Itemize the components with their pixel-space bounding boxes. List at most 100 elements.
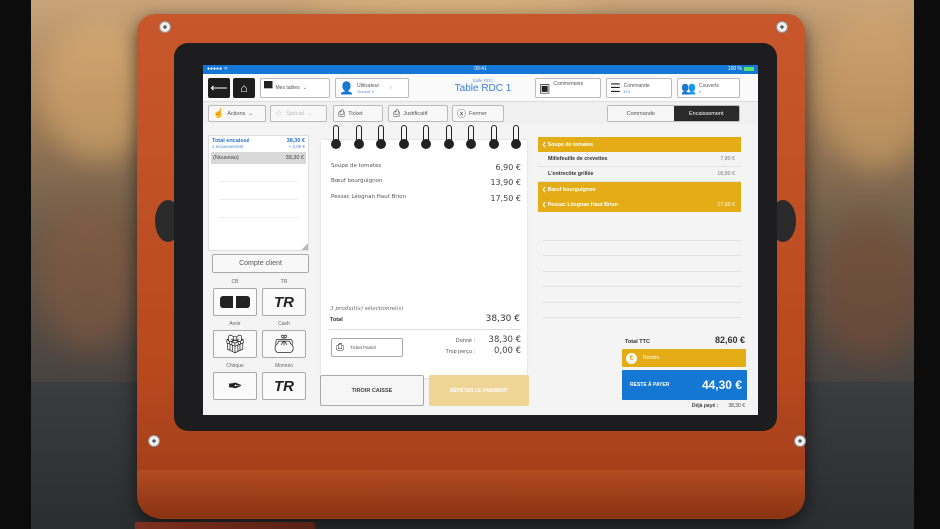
- photo-background: ●●●●● ᯤ 09:41 100 % ⟵ ⌂ ▀ Mes tables ⌄ 👤…: [0, 0, 940, 529]
- order-item-name: Soupe de tomates: [542, 142, 594, 148]
- chair-icon: ▀: [264, 81, 273, 95]
- binding-ring-icon: [331, 125, 341, 153]
- binding-ring-icon: [511, 125, 521, 153]
- document-icon: ☰: [610, 81, 621, 95]
- payment-monneo-button[interactable]: TR: [262, 372, 306, 400]
- order-item-price: 17,50 €: [717, 201, 735, 208]
- ticket-item-name: Soupe de tomates: [331, 163, 382, 169]
- order-item-price: 18,90 €: [717, 171, 735, 177]
- covers-label: Couverts: [698, 82, 719, 89]
- my-tables-dropdown[interactable]: ▀ Mes tables ⌄: [260, 78, 330, 98]
- pos-app-screen: ●●●●● ᯤ 09:41 100 % ⟵ ⌂ ▀ Mes tables ⌄ 👤…: [203, 65, 758, 415]
- divider: [543, 256, 741, 272]
- already-paid-row: Déjà payé : 38,30 €: [633, 403, 745, 409]
- justificatif-button[interactable]: ⎙ Justificatif: [388, 105, 448, 122]
- ticket-total-row: Total 38,30 €: [330, 314, 520, 324]
- binding-ring-icon: [398, 125, 409, 153]
- order-item-selected[interactable]: Pessac Léognan Haut Brion 17,50 €: [538, 197, 741, 212]
- payments-list: Total encaissé 38,30 € 1 encaissement + 0,…: [208, 135, 309, 251]
- tr-icon: TR: [274, 377, 294, 395]
- binding-ring-icon: [443, 125, 454, 153]
- comment-label: Commentaire: [553, 81, 584, 87]
- screw: [794, 435, 806, 447]
- home-button[interactable]: ⌂: [233, 78, 255, 98]
- order-item-name: L'entrecôte grillée: [548, 171, 594, 177]
- remaining-to-pay-button[interactable]: RESTE À PAYER 44,30 €: [622, 370, 747, 400]
- remaining-value: 44,30 €: [701, 378, 742, 392]
- gift-icon: 🎁︎: [223, 333, 247, 354]
- letterbox: [0, 0, 31, 529]
- user-icon: 👤: [339, 81, 354, 95]
- star-icon: ☆: [275, 108, 284, 118]
- tab-commande[interactable]: Commande: [608, 106, 674, 121]
- pen-icon: ✒: [227, 375, 243, 396]
- payment-cash-button[interactable]: 👛︎: [262, 330, 306, 358]
- actions-dropdown[interactable]: ☝ Actions ⌄: [208, 105, 266, 122]
- ticket-item-price: 6,90 €: [495, 163, 521, 172]
- chevron-down-icon: ⌄: [302, 85, 307, 91]
- divider: [329, 329, 521, 330]
- partial-ticket-button[interactable]: ⎙ Ticket Partiel: [331, 338, 403, 357]
- given-value: 38,30 €: [488, 335, 521, 345]
- divider: [543, 272, 741, 287]
- hand-pointer-icon: ☝: [213, 108, 225, 118]
- divider: [543, 287, 741, 303]
- order-button[interactable]: ☰ Commande N°4: [606, 78, 672, 98]
- payment-cb-button[interactable]: [213, 288, 257, 316]
- total-ttc-value: 82,60 €: [714, 335, 745, 345]
- page-fold-icon: [301, 243, 308, 250]
- ticket-total-label: Total: [330, 317, 343, 323]
- divider: [219, 181, 298, 182]
- user-name: Vincent V: [356, 88, 375, 94]
- printer-icon: ⎙: [393, 108, 401, 118]
- comment-icon: ▣: [539, 81, 551, 95]
- battery-percent: 100 %: [727, 66, 742, 72]
- my-tables-label: Mes tables: [275, 85, 300, 91]
- ticket-label: Ticket: [348, 110, 363, 117]
- special-dropdown[interactable]: ☆ Spécial ⌄: [270, 105, 327, 122]
- order-item-selected[interactable]: Bœuf bourguignon: [538, 182, 741, 197]
- partial-ticket-label: Ticket Partiel: [350, 345, 376, 350]
- binding-ring-icon: [466, 125, 476, 153]
- repeat-payment-button[interactable]: RÉPÉTER LE PAIEMENT: [429, 375, 529, 406]
- ticket-button[interactable]: ⎙ Ticket: [333, 105, 383, 122]
- close-label: Fermer: [469, 110, 487, 117]
- tab-encaissement[interactable]: Encaissement: [673, 106, 739, 121]
- order-number: N°4: [623, 88, 631, 94]
- user-label: Utilisateur: [356, 82, 380, 89]
- printer-icon: ⎙: [338, 108, 346, 118]
- letterbox: [914, 0, 940, 529]
- chevron-down-icon: ⌄: [248, 110, 253, 117]
- order-item[interactable]: L'entrecôte grillée 18,90 €: [538, 167, 741, 182]
- mode-tabs: Commande Encaissement: [607, 105, 740, 122]
- user-button[interactable]: 👤 Utilisateur Vincent V ○: [335, 78, 409, 98]
- covers-button[interactable]: 👥 Couverts 2: [677, 78, 740, 98]
- binding-ring-icon: [353, 125, 364, 153]
- comment-button[interactable]: ▣ Commentaire: [535, 78, 601, 98]
- already-paid-value: 38,30 €: [728, 403, 745, 409]
- caption-strip: [135, 522, 315, 529]
- cash-drawer-button[interactable]: TIROIR CAISSE: [320, 375, 424, 406]
- payment-avoir-button[interactable]: 🎁︎: [213, 330, 257, 358]
- payment-cheque-button[interactable]: ✒: [213, 372, 257, 400]
- wallet-icon: 👛︎: [272, 333, 296, 354]
- screw: [159, 21, 171, 33]
- spiral-binding: [326, 125, 526, 153]
- customer-account-button[interactable]: Compte client: [212, 254, 309, 273]
- order-item-selected[interactable]: Soupe de tomates: [538, 137, 741, 152]
- payment-tr-button[interactable]: TR: [262, 288, 306, 316]
- total-ttc-label: Total TTC: [625, 339, 650, 345]
- back-button[interactable]: ⟵: [208, 78, 230, 98]
- overpaid-row: Trop perçu : 0,00 €: [403, 346, 521, 356]
- order-item[interactable]: Millefeuille de crevettes 7,90 €: [538, 152, 741, 167]
- ticket-total-value: 38,30 €: [485, 314, 520, 324]
- covers-count: 2: [698, 88, 702, 94]
- binding-ring-icon: [421, 125, 431, 153]
- close-button[interactable]: ⓧ Fermer: [452, 105, 504, 122]
- ticket-item-price: 13,90 €: [490, 178, 521, 187]
- actions-label: Actions: [227, 110, 246, 117]
- refund-button[interactable]: € Rembo: [622, 349, 746, 367]
- payment-count-label: 1 encaissement: [212, 144, 244, 149]
- payment-entry[interactable]: (Nouveau) 38,30 €: [211, 152, 306, 164]
- table-title: Salle RDC Table RDC 1: [428, 78, 538, 94]
